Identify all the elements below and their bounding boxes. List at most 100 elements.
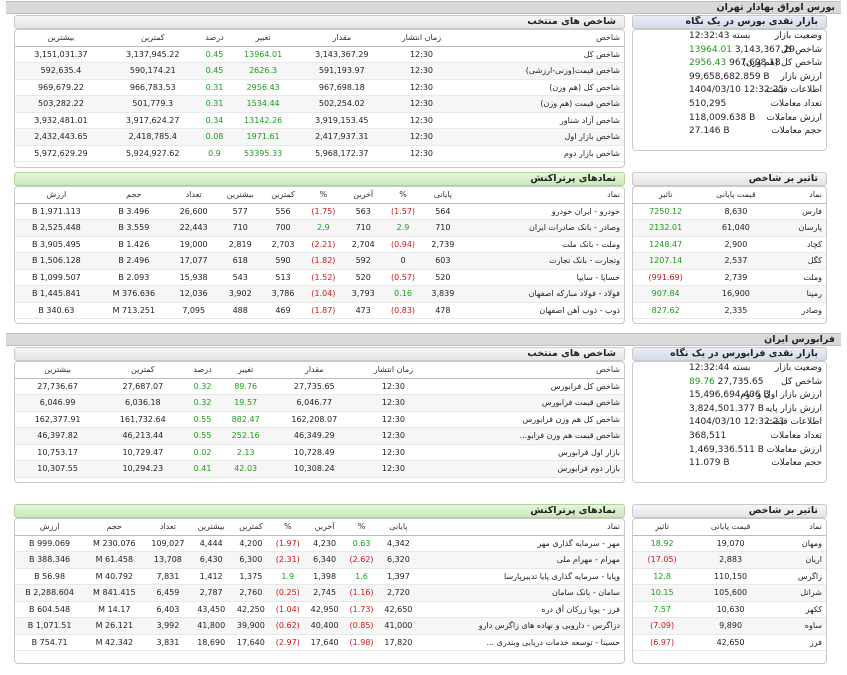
column-header: بیشترین <box>15 362 101 379</box>
index-row[interactable]: بازار اول فرابورس 12:30 10,728.49 2.13 0.02 1… <box>15 444 624 461</box>
index-cell: 12:30 <box>356 427 430 445</box>
summary-value: 99,658,682.859 B <box>689 71 770 85</box>
column-header: مقدار <box>271 362 357 379</box>
symbol-cell: 6,300 <box>231 551 271 569</box>
index-cell: 0.55 <box>185 427 220 445</box>
impact-cell: ساوه <box>769 617 826 635</box>
symbol-row[interactable]: حسینا - توسعه خدمات دریایی وبندری ... 17,… <box>15 634 624 651</box>
index-cell: 27,736.67 <box>15 378 101 395</box>
index-row[interactable]: شاخص کل هم وزن فرابورس 12:30 162,208.07 882… <box>15 411 624 428</box>
impact-row[interactable]: وصادر 2,335 827.62 <box>633 302 826 319</box>
symbol-row[interactable]: سامان - بانک سامان 2,720 (1.16) 2,745 (0.25)… <box>15 584 624 602</box>
summary-value-text: 3,824,501.377 B <box>689 403 764 414</box>
summary-value-text: بسته 12:32:44 <box>689 363 751 373</box>
symbol-cell: (1.04) <box>303 285 344 303</box>
symbol-cell: 2,703 <box>263 236 303 253</box>
symbol-row[interactable]: دزاگرس - دارویی و نهاده های زاگرس دارو 41… <box>15 617 624 635</box>
index-cell: 12:30 <box>387 145 456 162</box>
index-cell: شاخص آزاد شناور <box>455 112 624 129</box>
column-header: زمان انتشار <box>356 362 430 379</box>
index-cell: 1971.61 <box>230 128 296 146</box>
index-row[interactable]: شاخص قیمت هم وزن فرابو... 12:30 46,349.29 2… <box>15 427 624 445</box>
impact-row[interactable]: پارسان 61,040 2132.01 <box>633 219 826 237</box>
symbol-row[interactable]: وتجارت - بانک تجارت 603 0 592 (1.82) 590 618 17… <box>15 252 624 270</box>
symbol-row[interactable]: وپایا - سرمایه گذاری پایا تدبیرپارسا 1,39… <box>15 568 624 585</box>
symbol-cell: سامان - بانک سامان <box>418 584 624 602</box>
symbol-row[interactable]: مهر - سرمایه گذاری مهر 4,342 0.63 4,230 (1.9… <box>15 535 624 552</box>
index-row[interactable]: شاخص قیمت(وزنی-ارزشی) 12:30 591,193.97 2626… <box>15 62 624 80</box>
symbol-row[interactable]: مهرام - مهرام ملی 6,320 (2.62) 6,340 (2.31) 6… <box>15 551 624 569</box>
symbol-cell: 6,320 <box>378 551 419 569</box>
impact-row[interactable]: ساوه 9,890 (7.09) <box>633 617 826 635</box>
symbol-row[interactable]: وملت - بانک ملت 2,739 (0.94) 2,704 (2.21) 2,7… <box>15 236 624 253</box>
impact-row[interactable]: شرانل 105,600 10.15 <box>633 584 826 602</box>
impact-row[interactable]: کگل 2,537 1207.14 <box>633 252 826 270</box>
symbol-row[interactable]: وصادر - بانک صادرات ایران 710 2.9 710 2.9 700… <box>15 219 624 237</box>
impact-row[interactable]: اریان 2,883 (17.05) <box>633 551 826 569</box>
symbol-row[interactable]: فولاد - فولاد مبارکه اصفهان 3,839 0.16 3,79… <box>15 285 624 303</box>
symbol-cell: 39,900 <box>231 617 271 635</box>
symbol-cell: (0.83) <box>382 302 424 319</box>
fara-impact-panel: نماد قیمت پایانی تاثیر ومهان 19,070 18.92 اریا… <box>632 518 827 664</box>
index-cell: 5,972,629.29 <box>15 145 107 162</box>
index-row[interactable]: شاخص بازار اول 12:30 2,417,937.31 1971.61 0.… <box>15 128 624 146</box>
impact-row[interactable]: ککهر 10,630 7.57 <box>633 601 826 618</box>
symbol-row[interactable]: فرز - پویا زرکان آق دره 42,650 (1.73) 42,95… <box>15 601 624 618</box>
symbol-cell: 40,400 <box>304 617 345 635</box>
index-row[interactable]: شاخص آزاد شناور 12:30 3,919,153.45 13142.26… <box>15 112 624 129</box>
symbol-row[interactable]: خودرو - ایران خودرو 564 (1.57) 563 (1.75) 556… <box>15 203 624 220</box>
index-cell: 161,732.64 <box>100 411 186 428</box>
summary-value-text: 1,469,336.511 B <box>689 444 764 455</box>
fara-indices-title: شاخص های منتخب <box>14 347 625 361</box>
index-row[interactable]: بازار دوم فرابورس 12:30 10,308.24 42.03 0.41… <box>15 460 624 478</box>
symbol-cell: 713.251 M <box>97 302 170 319</box>
impact-row[interactable]: کچاد 2,900 1248.47 <box>633 236 826 253</box>
index-row[interactable]: شاخص بازار دوم 12:30 5,968,172.37 53395.33 0… <box>15 145 624 162</box>
index-cell: 590,174.21 <box>106 62 199 80</box>
symbol-cell: 1.426 B <box>97 236 170 253</box>
symbol-cell: 3.559 B <box>97 219 170 237</box>
summary-change: 2956.43 <box>689 58 727 69</box>
index-row[interactable]: شاخص کل فرابورس 12:30 27,735.65 89.76 0.32 27… <box>15 378 624 395</box>
index-cell: 591,193.97 <box>295 62 388 80</box>
symbol-cell: خساپا - سایپا <box>462 269 624 286</box>
index-row[interactable]: شاخص کل (هم وزن) 12:30 967,698.18 2956.43 0.… <box>15 79 624 96</box>
column-header: قیمت پایانی <box>691 519 770 536</box>
impact-row[interactable]: فارس 8,630 7250.12 <box>633 203 826 220</box>
index-cell: 2,432,443.65 <box>15 128 107 146</box>
symbol-cell: 4,200 <box>231 535 271 552</box>
impact-row[interactable]: فرز 42,650 (6.97) <box>633 634 826 651</box>
index-cell: 0.55 <box>185 411 220 428</box>
symbol-cell: 564 <box>423 203 463 220</box>
symbol-cell: 2.093 B <box>97 269 170 286</box>
symbol-cell: 388.346 B <box>15 551 85 569</box>
summary-value: 27.146 B <box>689 125 730 139</box>
symbol-cell: 0 <box>382 252 424 270</box>
index-cell: 10,753.17 <box>15 444 101 461</box>
symbol-row[interactable]: ذوب - ذوب آهن اصفهان 478 (0.83) 473 (1.87) 46… <box>15 302 624 319</box>
impact-row[interactable]: وملت 2,739 (991.69) <box>633 269 826 286</box>
symbol-cell: (1.98) <box>344 634 379 651</box>
index-row[interactable]: شاخص کل 12:30 3,143,367.29 13964.01 0.45 3,13… <box>15 46 624 63</box>
summary-label: تعداد معاملات <box>770 430 822 441</box>
symbol-cell: 42,650 <box>378 601 419 618</box>
impact-cell: 10.15 <box>633 584 692 602</box>
symbol-cell: 2.9 <box>303 219 344 237</box>
impact-row[interactable]: ومهان 19,070 18.92 <box>633 535 826 552</box>
impact-cell: 7250.12 <box>633 203 699 220</box>
index-cell: 6,046.77 <box>271 394 357 412</box>
symbol-row[interactable]: خساپا - سایپا 520 (0.57) 520 (1.52) 513 543 15,… <box>15 269 624 286</box>
symbol-cell: 1.6 <box>344 568 379 585</box>
impact-row[interactable]: زاگرس 110,150 12.8 <box>633 568 826 585</box>
impact-row[interactable]: رمپنا 16,900 907.84 <box>633 285 826 303</box>
summary-value: 3,824,501.377 B <box>689 403 764 417</box>
symbol-cell: 2,745 <box>304 584 345 602</box>
index-cell: 0.31 <box>198 95 231 113</box>
column-header: کمترین <box>263 187 303 204</box>
index-cell: 12:30 <box>387 62 456 80</box>
column-header: نماد <box>773 187 826 204</box>
summary-value-text: 967,698.18 <box>729 58 781 69</box>
index-row[interactable]: شاخص قیمت (هم وزن) 12:30 502,254.02 1534.44… <box>15 95 624 113</box>
index-row[interactable]: شاخص قیمت فرابورس 12:30 6,046.77 19.57 0.32 6… <box>15 394 624 412</box>
column-header: ارزش <box>15 187 98 204</box>
